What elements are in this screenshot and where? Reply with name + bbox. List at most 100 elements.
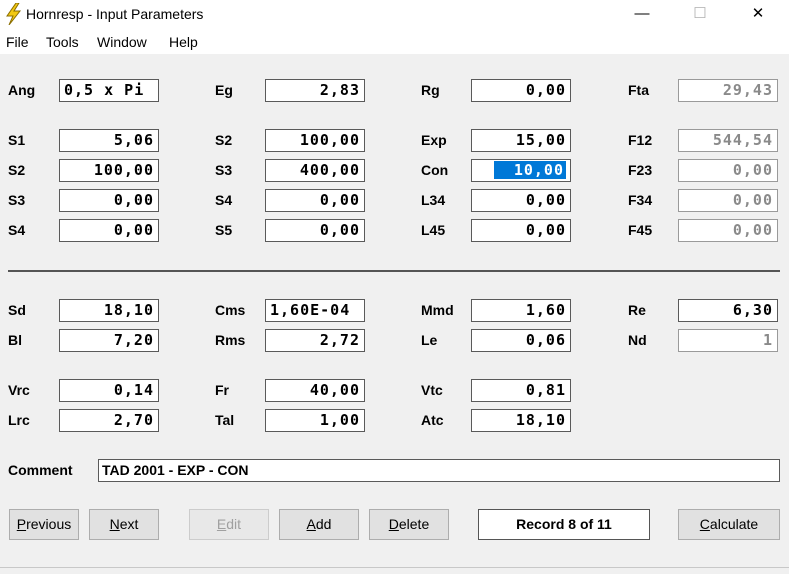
exp-field[interactable]: 15,00 <box>471 129 571 152</box>
f34-label: F34 <box>628 192 653 208</box>
next-label: ext <box>119 516 139 532</box>
calculate-hotkey: C <box>699 516 710 532</box>
f12-label: F12 <box>628 132 653 148</box>
re-label: Re <box>628 302 646 318</box>
ang-field[interactable]: 0,5 x Pi <box>59 79 159 102</box>
s3-label: S3 <box>8 192 26 208</box>
l34-label: L34 <box>421 192 446 208</box>
vtc-field[interactable]: 0,81 <box>471 379 571 402</box>
cms-field[interactable]: 1,60E-04 <box>265 299 365 322</box>
fr-field[interactable]: 40,00 <box>265 379 365 402</box>
lightning-bolt-icon <box>6 3 22 25</box>
s1-label: S1 <box>8 132 26 148</box>
bl-label: Bl <box>8 332 22 348</box>
nd-field[interactable]: 1 <box>678 329 778 352</box>
re-field[interactable]: 6,30 <box>678 299 778 322</box>
sd-field[interactable]: 18,10 <box>59 299 159 322</box>
atc-field[interactable]: 18,10 <box>471 409 571 432</box>
tal-field[interactable]: 1,00 <box>265 409 365 432</box>
menu-window[interactable]: Window <box>97 34 147 50</box>
fta-label: Fta <box>628 82 649 98</box>
comment-label: Comment <box>8 462 73 478</box>
window-title: Hornresp - Input Parameters <box>26 6 204 22</box>
add-label: dd <box>315 516 332 532</box>
maximize-button[interactable]: ☐ <box>677 0 723 30</box>
exp-label: Exp <box>421 132 447 148</box>
menu-tools[interactable]: Tools <box>46 34 79 50</box>
rg-label: Rg <box>421 82 440 98</box>
vrc-label: Vrc <box>8 382 30 398</box>
cms-label: Cms <box>215 302 246 318</box>
f34-field: 0,00 <box>678 189 778 212</box>
atc-label: Atc <box>421 412 444 428</box>
l45-label: L45 <box>421 222 446 238</box>
f45-label: F45 <box>628 222 653 238</box>
menu-help[interactable]: Help <box>169 34 198 50</box>
comment-field[interactable]: TAD 2001 - EXP - CON <box>98 459 780 482</box>
s2-label: S2 <box>8 162 26 178</box>
calculate-button[interactable]: Calculate <box>678 509 780 540</box>
next-hotkey: N <box>109 516 120 532</box>
menu-file[interactable]: File <box>6 34 29 50</box>
nd-label: Nd <box>628 332 647 348</box>
menu-bar: File Tools Window Help <box>0 30 789 54</box>
vrc-field[interactable]: 0,14 <box>59 379 159 402</box>
close-button[interactable]: ✕ <box>735 0 781 30</box>
edit-button[interactable]: Edit <box>189 509 269 540</box>
rg-field[interactable]: 0,00 <box>471 79 571 102</box>
title-bar: Hornresp - Input Parameters — ☐ ✕ <box>0 0 789 30</box>
s1-field[interactable]: 5,06 <box>59 129 159 152</box>
previous-label: revious <box>26 516 72 532</box>
mmd-field[interactable]: 1,60 <box>471 299 571 322</box>
l34-field[interactable]: 0,00 <box>471 189 571 212</box>
le-field[interactable]: 0,06 <box>471 329 571 352</box>
le-label: Le <box>421 332 438 348</box>
s4-field[interactable]: 0,00 <box>59 219 159 242</box>
minimize-button[interactable]: — <box>619 0 665 30</box>
s2-field[interactable]: 100,00 <box>59 159 159 182</box>
s3-seg-field[interactable]: 400,00 <box>265 159 365 182</box>
l45-field[interactable]: 0,00 <box>471 219 571 242</box>
delete-hotkey: D <box>388 516 399 532</box>
previous-button[interactable]: Previous <box>9 509 79 540</box>
f12-field: 544,54 <box>678 129 778 152</box>
s4-label: S4 <box>8 222 26 238</box>
bl-field[interactable]: 7,20 <box>59 329 159 352</box>
s3-seg-label: S3 <box>215 162 233 178</box>
con-field[interactable]: 10,00 <box>471 159 571 182</box>
fr-label: Fr <box>215 382 229 398</box>
s5-field[interactable]: 0,00 <box>265 219 365 242</box>
next-button[interactable]: Next <box>89 509 159 540</box>
add-hotkey: A <box>306 516 316 532</box>
record-indicator: Record 8 of 11 <box>478 509 650 540</box>
section-divider <box>8 270 780 272</box>
delete-label: elete <box>398 516 430 532</box>
delete-button[interactable]: Delete <box>369 509 449 540</box>
s3-field[interactable]: 0,00 <box>59 189 159 212</box>
eg-field[interactable]: 2,83 <box>265 79 365 102</box>
eg-label: Eg <box>215 82 233 98</box>
lrc-field[interactable]: 2,70 <box>59 409 159 432</box>
s4-seg-label: S4 <box>215 192 233 208</box>
f45-field: 0,00 <box>678 219 778 242</box>
fta-field: 29,43 <box>678 79 778 102</box>
calculate-label: alculate <box>709 516 759 532</box>
add-button[interactable]: Add <box>279 509 359 540</box>
s5-label: S5 <box>215 222 233 238</box>
edit-label: dit <box>226 516 242 532</box>
lrc-label: Lrc <box>8 412 30 428</box>
con-label: Con <box>421 162 449 178</box>
previous-hotkey: P <box>16 516 27 532</box>
s2-seg-label: S2 <box>215 132 233 148</box>
f23-label: F23 <box>628 162 653 178</box>
tal-label: Tal <box>215 412 235 428</box>
edit-hotkey: E <box>216 516 227 532</box>
ang-label: Ang <box>8 82 36 98</box>
s4-seg-field[interactable]: 0,00 <box>265 189 365 212</box>
rms-label: Rms <box>215 332 246 348</box>
rms-field[interactable]: 2,72 <box>265 329 365 352</box>
mmd-label: Mmd <box>421 302 454 318</box>
con-selected-text: 10,00 <box>493 161 566 179</box>
f23-field: 0,00 <box>678 159 778 182</box>
s2-seg-field[interactable]: 100,00 <box>265 129 365 152</box>
